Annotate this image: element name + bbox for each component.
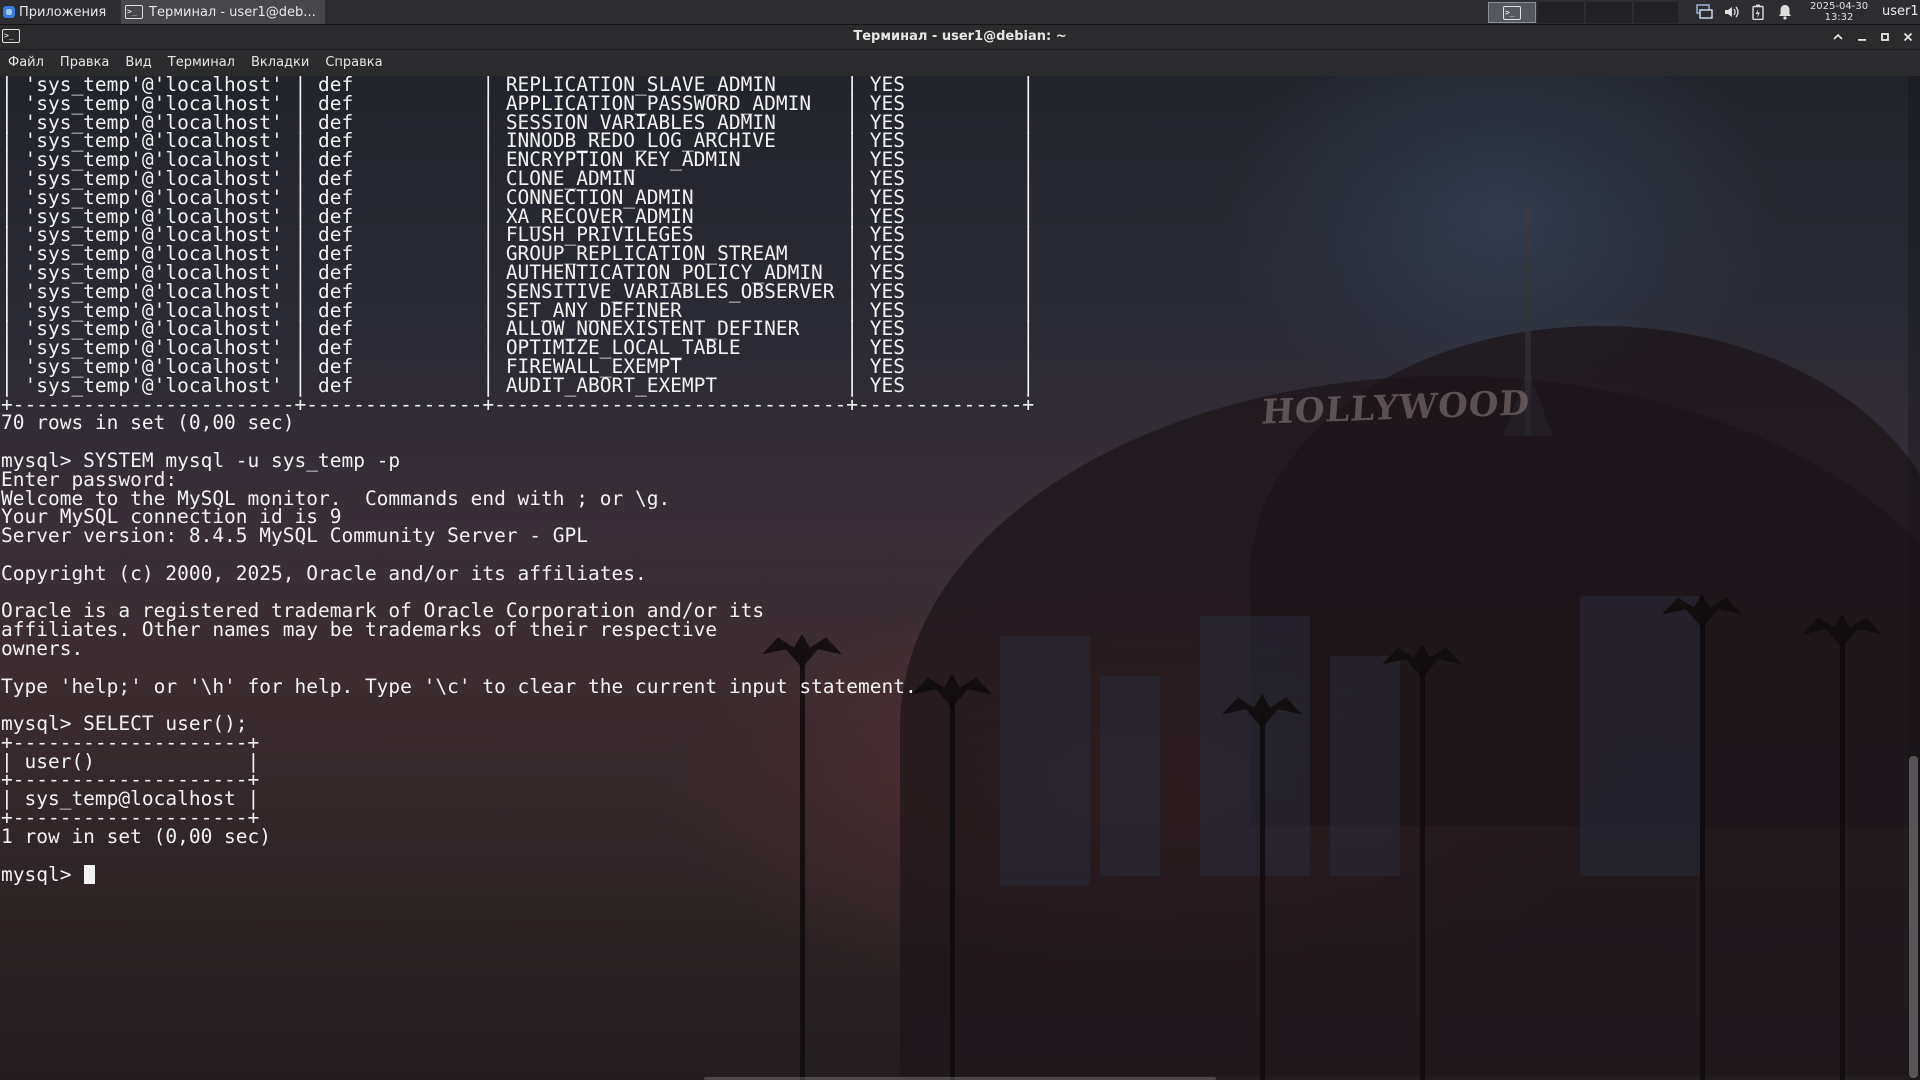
window-minimize-button[interactable] <box>1854 29 1870 45</box>
window-maximize-button[interactable] <box>1877 29 1893 45</box>
mysql-prompt: mysql> <box>1 863 84 887</box>
terminal-line: Server version: 8.4.5 MySQL Community Se… <box>1 524 588 548</box>
user-menu[interactable]: user1 <box>1882 0 1919 24</box>
terminal-scrollbar-thumb[interactable] <box>1909 756 1918 1078</box>
network-icon[interactable] <box>1695 4 1713 20</box>
terminal-line: Type 'help;' or '\h' for help. Type '\c'… <box>1 674 917 698</box>
battery-icon[interactable] <box>1749 4 1767 20</box>
palm-tree <box>1840 636 1845 1080</box>
terminal-output[interactable]: | 'sys_temp'@'localhost' | def | REPLICA… <box>1 75 1034 887</box>
window-close-button[interactable] <box>1900 29 1916 45</box>
palm-tree <box>1260 716 1265 1080</box>
applications-menu-label: Приложения <box>19 4 107 20</box>
workspace-4[interactable] <box>1634 2 1678 23</box>
taskbar-terminal-label: Терминал - user1@deb... <box>149 4 316 20</box>
terminal-line: Copyright (c) 2000, 2025, Oracle and/or … <box>1 561 647 585</box>
window-shade-button[interactable] <box>1830 29 1846 45</box>
workspace-1[interactable]: >_ <box>1488 2 1536 23</box>
workspace-2[interactable] <box>1538 2 1584 23</box>
terminal-line: owners. <box>1 636 84 660</box>
minimize-icon <box>1858 39 1866 41</box>
taskbar-terminal-button[interactable]: >_ Терминал - user1@deb... <box>121 0 325 24</box>
terminal-line: affiliates. Other names may be trademark… <box>1 618 718 642</box>
terminal-prompt-line[interactable]: mysql> <box>1 863 1034 887</box>
window-titlebar[interactable]: >_ Терминал - user1@debian: ~ <box>0 25 1920 49</box>
clock[interactable]: 2025-04-30 13:32 <box>1800 0 1878 25</box>
terminal-line: 1 row in set (0,00 sec) <box>1 824 272 848</box>
window-title: Терминал - user1@debian: ~ <box>853 29 1067 44</box>
clock-date: 2025-04-30 <box>1809 1 1869 12</box>
volume-icon[interactable] <box>1722 4 1740 20</box>
palm-tree <box>1420 666 1425 1080</box>
background-building <box>1200 616 1310 876</box>
xfce-logo-icon <box>3 6 15 18</box>
palm-tree <box>1700 616 1705 1080</box>
maximize-icon <box>1881 33 1889 41</box>
workspace-terminal-icon: >_ <box>1503 5 1521 20</box>
notifications-bell-icon[interactable] <box>1776 4 1794 20</box>
close-icon <box>1903 32 1913 42</box>
applications-menu-button[interactable]: Приложения <box>0 0 123 24</box>
text-cursor <box>84 865 96 885</box>
top-panel: Приложения >_ Терминал - user1@deb... >_… <box>0 0 1920 25</box>
background-building <box>1100 676 1160 876</box>
background-building <box>1580 596 1700 876</box>
background-building <box>1330 656 1400 876</box>
clock-time: 13:32 <box>1824 12 1854 23</box>
terminal-line: 70 rows in set (0,00 sec) <box>1 411 295 435</box>
chevron-up-icon <box>1833 33 1843 40</box>
terminal-icon: >_ <box>125 5 143 19</box>
workspace-3[interactable] <box>1586 2 1632 23</box>
